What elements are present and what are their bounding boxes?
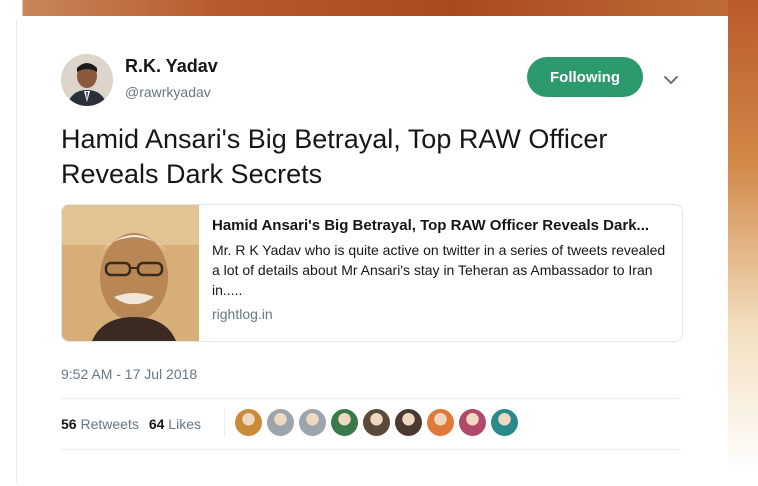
link-domain: rightlog.in — [212, 306, 273, 322]
liker-avatar[interactable] — [331, 409, 358, 436]
tweet-text: Hamid Ansari's Big Betrayal, Top RAW Off… — [61, 124, 608, 189]
liker-avatar[interactable] — [363, 409, 390, 436]
tweet-card: R.K. Yadav @rawrkyadav Following Hamid A… — [16, 16, 727, 486]
liker-avatar[interactable] — [395, 409, 422, 436]
engagement-stats: 56 Retweets 64 Likes — [61, 416, 201, 432]
chevron-down-icon[interactable] — [661, 70, 681, 90]
link-preview-card[interactable]: Hamid Ansari's Big Betrayal, Top RAW Off… — [61, 204, 683, 342]
likes-label: Likes — [168, 416, 201, 432]
author-handle[interactable]: @rawrkyadav — [125, 84, 211, 100]
liker-avatar[interactable] — [459, 409, 486, 436]
following-button[interactable]: Following — [527, 57, 643, 97]
author-name[interactable]: R.K. Yadav — [125, 56, 218, 77]
retweets-count: 56 — [61, 416, 77, 432]
liker-avatar[interactable] — [267, 409, 294, 436]
link-title: Hamid Ansari's Big Betrayal, Top RAW Off… — [212, 217, 650, 234]
likes-stat[interactable]: 64 Likes — [149, 416, 201, 432]
likes-count: 64 — [148, 416, 165, 432]
divider — [61, 449, 681, 450]
link-thumbnail-image — [62, 205, 199, 341]
retweets-stat[interactable]: 56 Retweets — [61, 416, 139, 432]
retweets-label: Retweets — [80, 416, 139, 432]
liker-avatar[interactable] — [235, 409, 262, 436]
background-top — [0, 0, 758, 16]
liker-avatar[interactable] — [427, 409, 454, 436]
tweet-timestamp[interactable]: 9:52 AM - 17 Jul 2018 — [61, 366, 197, 382]
background-right — [728, 0, 758, 473]
link-description: Mr. R K Yadav who is quite active on twi… — [212, 242, 666, 298]
liker-avatar[interactable] — [299, 409, 326, 436]
avatar[interactable] — [61, 54, 113, 106]
divider — [224, 409, 225, 437]
divider — [61, 398, 681, 399]
liker-avatar[interactable] — [491, 409, 518, 436]
liker-avatars — [235, 409, 518, 436]
